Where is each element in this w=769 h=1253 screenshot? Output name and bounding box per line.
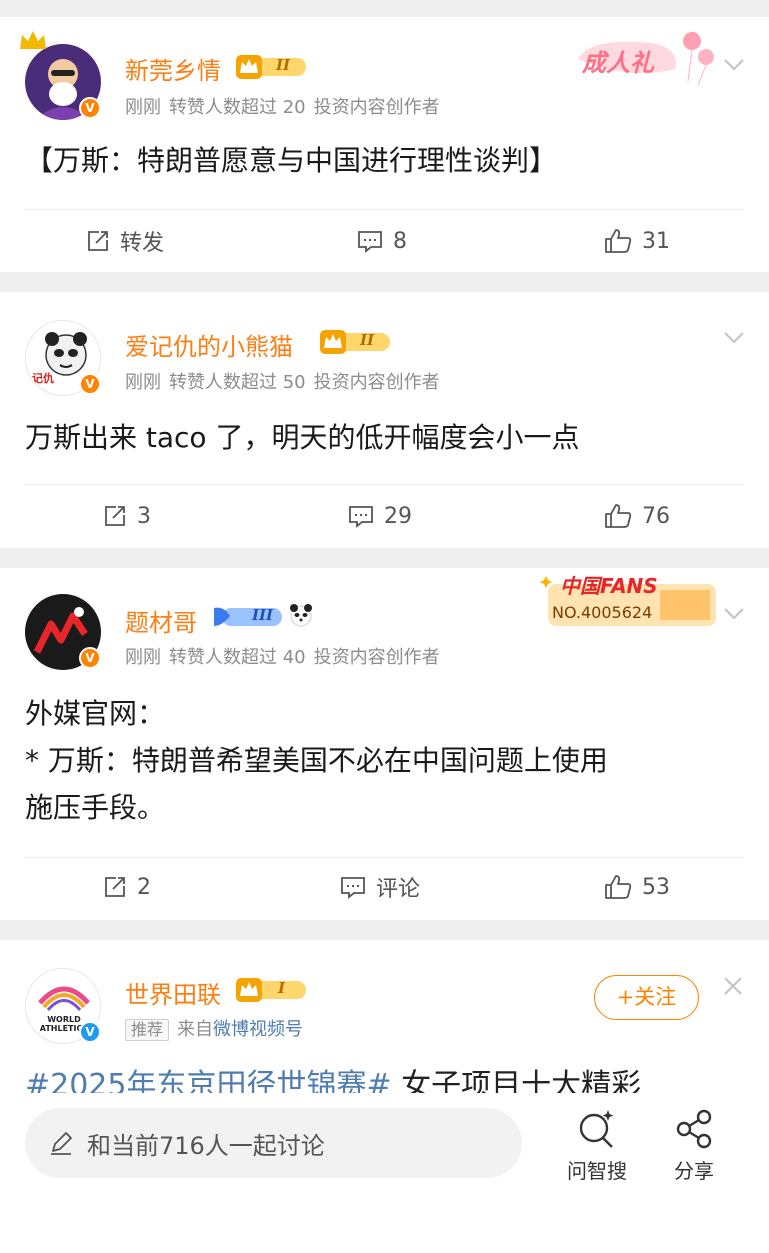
divider: [25, 484, 744, 485]
post-content[interactable]: 【万斯：特朗普愿意与中国进行理性谈判】: [25, 137, 557, 184]
comment-input[interactable]: 和当前716人一起讨论: [25, 1108, 522, 1178]
content-line: 外媒官网：: [25, 697, 166, 730]
repost-icon: [105, 506, 125, 526]
chevron-down-icon[interactable]: [723, 606, 745, 620]
avatar-text: 记仇: [32, 372, 54, 385]
post-meta: 刚刚 转赞人数超过 40 投资内容创作者: [125, 643, 448, 669]
comment-icon: [341, 877, 365, 899]
crown-icon: [18, 29, 48, 55]
comment-icon: [358, 231, 382, 253]
smart-search-label: 问智搜: [567, 1159, 627, 1183]
repost-count: 3: [137, 503, 151, 529]
repost-info: 转赞人数超过 50: [169, 372, 306, 393]
like-button[interactable]: 76: [604, 501, 670, 531]
like-count: 53: [642, 874, 670, 900]
smart-search-button[interactable]: 问智搜: [557, 1107, 637, 1184]
medal-number: NO.4005624: [552, 603, 653, 622]
repost-info: 转赞人数超过 20: [169, 97, 306, 118]
post-time: 刚刚: [125, 97, 161, 118]
crown-level-icon: II: [320, 330, 406, 354]
repost-count: 2: [137, 874, 151, 900]
username[interactable]: 题材哥: [125, 603, 197, 638]
repost-button[interactable]: 转发: [86, 226, 164, 256]
thumbs-up-icon: [605, 875, 632, 899]
crown-level-icon: II: [236, 55, 322, 79]
comment-count: 29: [384, 503, 412, 529]
post-time: 刚刚: [125, 372, 161, 393]
crown-level-label: II: [276, 56, 291, 74]
like-count: 76: [642, 503, 670, 529]
post-time: 刚刚: [125, 647, 161, 668]
like-button[interactable]: 53: [604, 872, 670, 902]
creator-tag: 投资内容创作者: [313, 372, 440, 393]
share-button[interactable]: 分享: [654, 1107, 734, 1184]
repost-label: 转发: [120, 231, 165, 256]
medal-title: 中国FANS: [560, 574, 658, 598]
comment-icon: [349, 506, 373, 528]
content-line: 施压手段。: [25, 791, 166, 824]
like-button[interactable]: 31: [604, 226, 670, 256]
comment-button[interactable]: 评论: [340, 872, 420, 902]
repost-icon: [105, 877, 125, 897]
medal-badge[interactable]: 成人礼: [570, 29, 720, 89]
crown-level-icon: I: [236, 978, 322, 1002]
post-card[interactable]: V 题材哥 III 中国FANS NO.4005624 刚刚 转赞人数超过 40 投…: [0, 568, 769, 920]
comment-button[interactable]: 29: [348, 501, 412, 531]
source-prefix: 来自: [177, 1019, 214, 1040]
close-icon[interactable]: [722, 975, 744, 997]
smart-search-icon: [579, 1110, 614, 1148]
verified-badge-icon: V: [79, 647, 101, 669]
bottom-bar: 和当前716人一起讨论 问智搜 分享: [0, 1093, 769, 1253]
post-content[interactable]: 外媒官网： * 万斯：特朗普希望美国不必在中国问题上使用 施压手段。: [25, 690, 608, 831]
crown-level-icon: III: [212, 604, 298, 628]
username[interactable]: 爱记仇的小熊猫: [125, 327, 293, 362]
post-card[interactable]: 记仇 V 爱记仇的小熊猫 II 刚刚 转赞人数超过 50 投资内容创作者 万斯出来 …: [0, 292, 769, 548]
chevron-down-icon[interactable]: [723, 330, 745, 344]
thumbs-up-icon: [605, 229, 632, 253]
comment-count: 8: [393, 228, 407, 254]
comment-button[interactable]: 8: [357, 226, 407, 256]
crown-level-label: III: [252, 606, 274, 624]
share-label: 分享: [674, 1159, 714, 1183]
chevron-down-icon[interactable]: [723, 57, 745, 71]
content-line: * 万斯：特朗普希望美国不必在中国问题上使用: [25, 744, 608, 777]
divider: [25, 209, 744, 210]
verified-badge-icon: V: [79, 1021, 101, 1043]
thumbs-up-icon: [605, 504, 632, 528]
recommend-tag: 推荐: [125, 1019, 170, 1041]
post-content[interactable]: 万斯出来 taco 了，明天的低开幅度会小一点: [25, 414, 579, 461]
post-meta: 推荐 来自微博视频号: [125, 1015, 311, 1041]
follow-button[interactable]: +关注: [594, 975, 699, 1020]
crown-level-label: I: [278, 979, 286, 997]
source-link[interactable]: 微博视频号: [213, 1019, 303, 1040]
username[interactable]: 世界田联: [125, 975, 221, 1010]
crown-level-label: II: [360, 331, 375, 349]
repost-info: 转赞人数超过 40: [169, 647, 306, 668]
post-card[interactable]: V 新莞乡情 II 成人礼 刚刚 转赞人数超过 20 投资内容创作者 【万斯：特朗普…: [0, 17, 769, 272]
pencil-icon: [51, 1132, 72, 1155]
creator-tag: 投资内容创作者: [313, 97, 440, 118]
medal-label: 成人礼: [582, 49, 654, 77]
repost-button[interactable]: 2: [103, 872, 151, 902]
divider: [25, 857, 744, 858]
post-meta: 刚刚 转赞人数超过 50 投资内容创作者: [125, 368, 448, 394]
panda-icon: [288, 602, 314, 632]
comment-label: 评论: [376, 877, 421, 902]
share-icon: [676, 1109, 712, 1149]
verified-badge-icon: V: [79, 97, 101, 119]
repost-icon: [88, 231, 108, 251]
fans-medal-badge[interactable]: 中国FANS NO.4005624: [540, 570, 720, 632]
like-count: 31: [642, 228, 670, 254]
repost-button[interactable]: 3: [103, 501, 151, 531]
comment-placeholder: 和当前716人一起讨论: [87, 1131, 325, 1160]
verified-badge-icon: V: [79, 373, 101, 395]
username[interactable]: 新莞乡情: [125, 51, 221, 86]
creator-tag: 投资内容创作者: [313, 647, 440, 668]
post-meta: 刚刚 转赞人数超过 20 投资内容创作者: [125, 93, 448, 119]
